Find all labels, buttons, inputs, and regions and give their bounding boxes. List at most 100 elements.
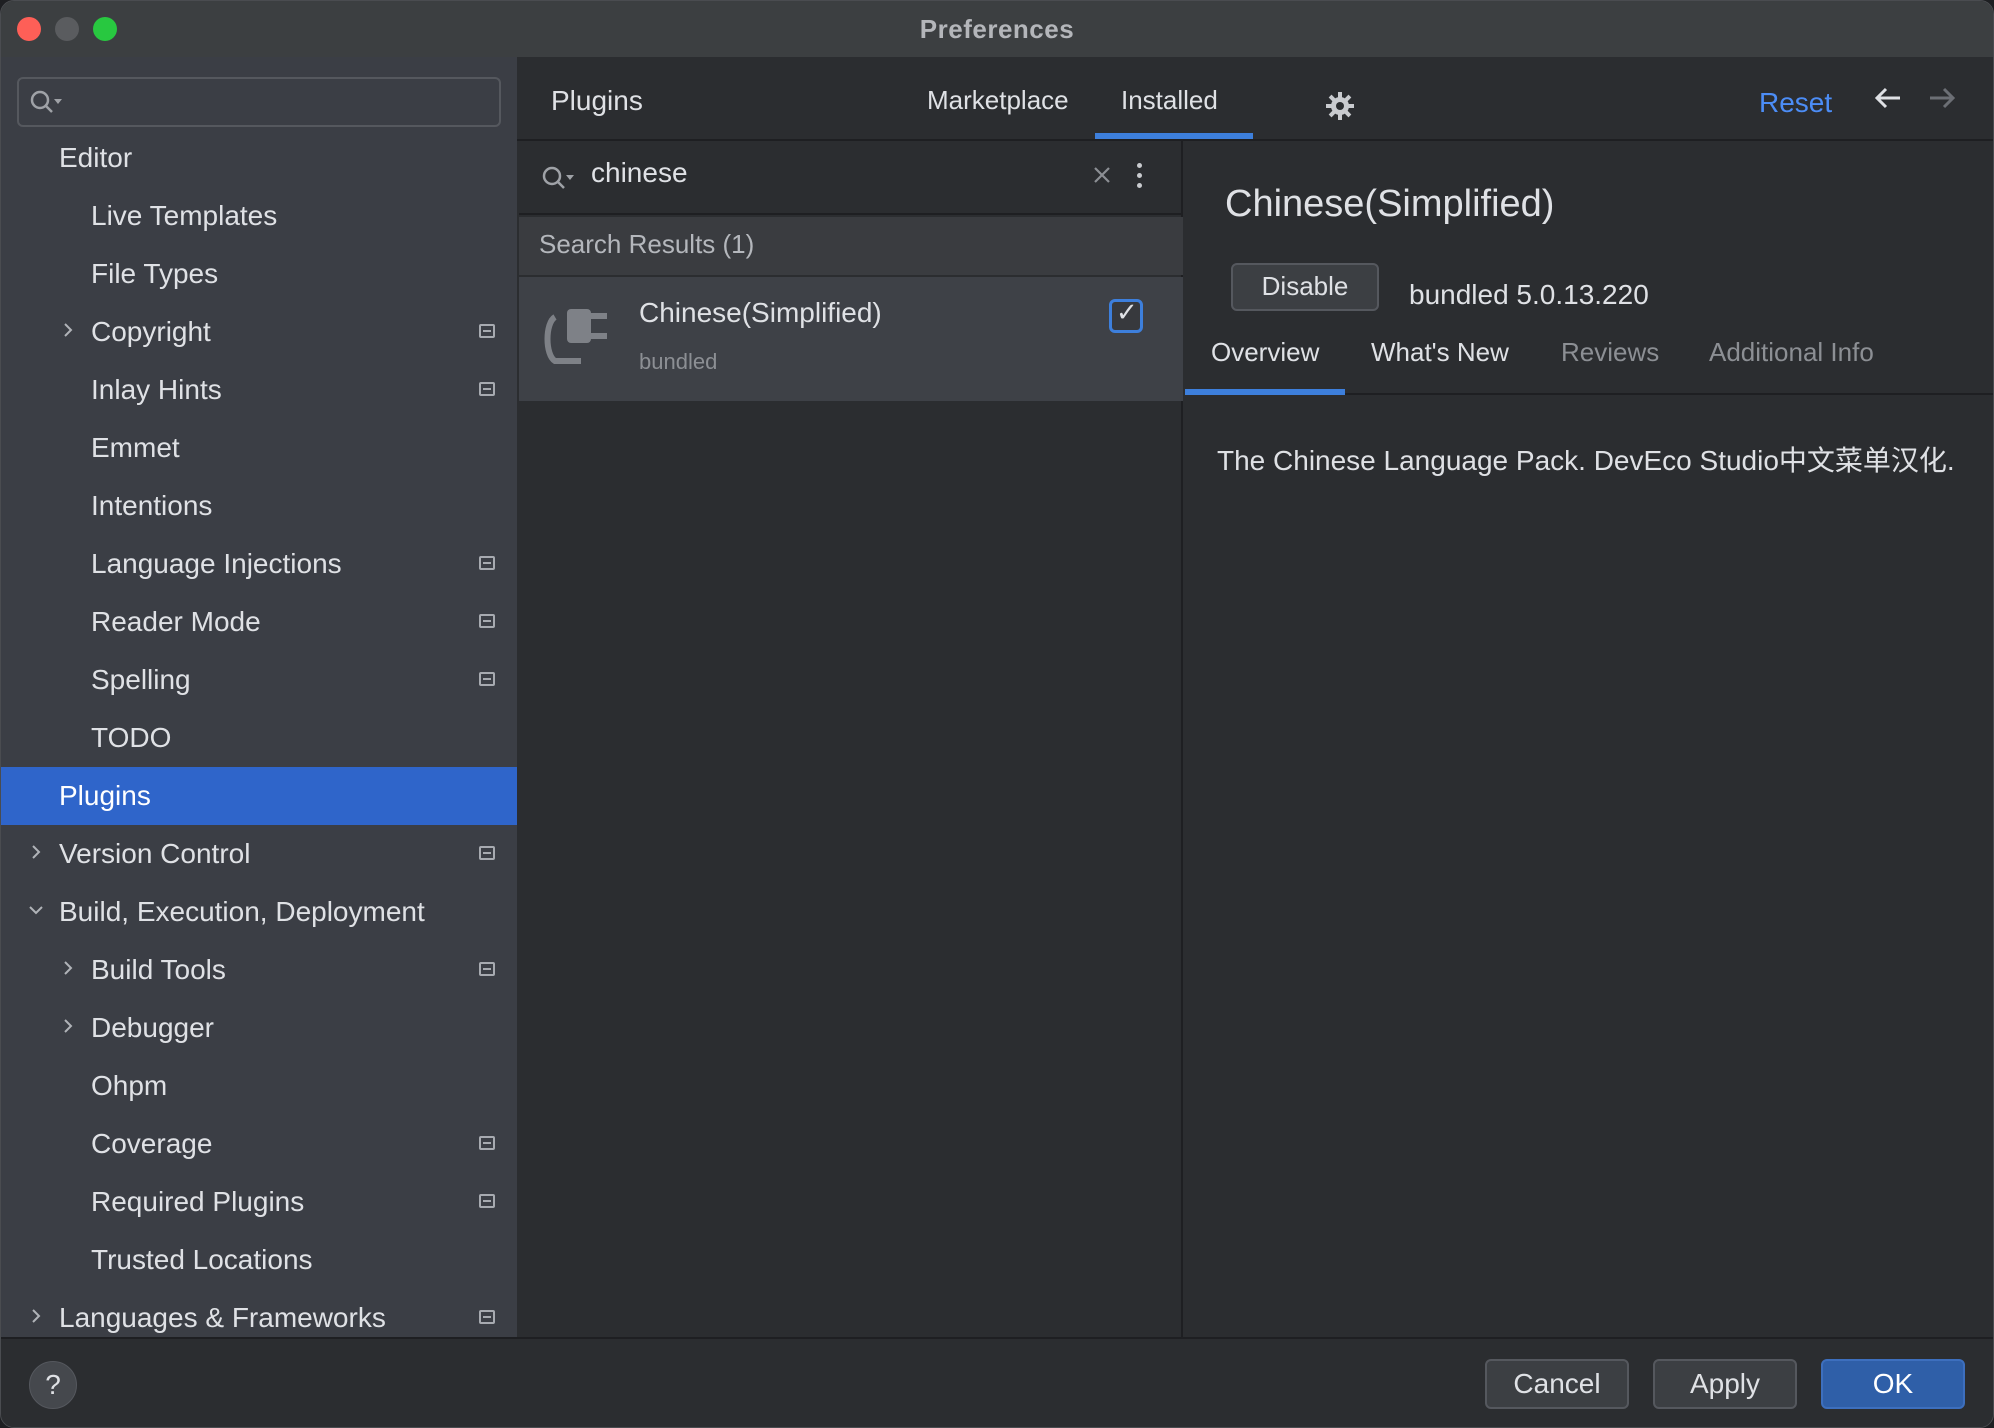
sidebar-item-label: Copyright (91, 316, 211, 347)
sidebar-item-label: File Types (91, 258, 219, 289)
plugin-detail-title: Chinese(Simplified) (1225, 183, 1555, 225)
sidebar-item-file-types[interactable]: File Types (1, 245, 517, 303)
ok-button[interactable]: OK (1821, 1359, 1965, 1409)
sidebar-item-label: Emmet (91, 432, 180, 463)
sidebar-item-label: Plugins (59, 780, 151, 811)
cancel-button[interactable]: Cancel (1485, 1359, 1629, 1409)
preferences-window: Preferences Editor Live Templates File Typ… (0, 0, 1994, 1428)
sidebar-item-debugger[interactable]: Debugger (1, 999, 517, 1057)
project-settings-icon (479, 1194, 495, 1208)
sidebar-item-spelling[interactable]: Spelling (1, 651, 517, 709)
arrow-right-icon[interactable] (1927, 83, 1957, 121)
dialog-footer: ? Cancel Apply OK (1, 1337, 1993, 1427)
project-settings-icon (479, 382, 495, 396)
arrow-left-icon[interactable] (1873, 83, 1903, 121)
title-bar: Preferences (1, 1, 1993, 57)
plugin-subtitle: bundled (639, 349, 718, 374)
search-icon (29, 89, 63, 122)
sidebar-item-todo[interactable]: TODO (1, 709, 517, 767)
active-detail-tab-indicator (1185, 389, 1345, 395)
more-options-icon[interactable] (1137, 163, 1143, 193)
project-settings-icon (479, 962, 495, 976)
sidebar-item-label: Debugger (91, 1012, 214, 1043)
plugin-search-input[interactable]: chinese (591, 157, 688, 189)
sidebar-item-label: Version Control (59, 838, 251, 869)
reset-link[interactable]: Reset (1759, 87, 1832, 119)
plugin-enabled-checkbox[interactable] (1109, 298, 1143, 333)
chevron-right-icon[interactable] (27, 1307, 45, 1325)
chevron-right-icon[interactable] (27, 843, 45, 861)
sidebar-item-live-templates[interactable]: Live Templates (1, 187, 517, 245)
sidebar-item-label: Inlay Hints (91, 374, 222, 405)
plugin-search-bar: chinese (519, 141, 1183, 215)
sidebar-item-coverage[interactable]: Coverage (1, 1115, 517, 1173)
sidebar-item-emmet[interactable]: Emmet (1, 419, 517, 477)
sidebar-item-copyright[interactable]: Copyright (1, 303, 517, 361)
sidebar-item-label: Reader Mode (91, 606, 261, 637)
sidebar-item-languages-frameworks[interactable]: Languages & Frameworks (1, 1289, 517, 1337)
chevron-right-icon[interactable] (59, 959, 77, 977)
project-settings-icon (479, 1310, 495, 1324)
settings-search-input[interactable] (17, 77, 501, 127)
plugin-version: bundled 5.0.13.220 (1409, 279, 1649, 310)
sidebar-item-version-control[interactable]: Version Control (1, 825, 517, 883)
plugin-detail-panel: Chinese(Simplified) Disable bundled 5.0.… (1185, 141, 1993, 1337)
search-results-label: Search Results (1) (539, 229, 755, 259)
sidebar-item-label: Live Templates (91, 200, 278, 231)
sidebar-item-intentions[interactable]: Intentions (1, 477, 517, 535)
tab-overview[interactable]: Overview (1211, 337, 1319, 368)
tab-whats-new[interactable]: What's New (1371, 337, 1509, 368)
project-settings-icon (479, 324, 495, 338)
chevron-right-icon[interactable] (59, 321, 77, 339)
window-title: Preferences (919, 13, 1075, 44)
search-results-header: Search Results (1) (519, 217, 1183, 275)
settings-sidebar: Editor Live Templates File Types Copyright I… (1, 57, 517, 1337)
plugin-icon (541, 297, 617, 382)
sidebar-item-label: Coverage (91, 1128, 213, 1159)
tab-reviews[interactable]: Reviews (1561, 337, 1659, 368)
sidebar-item-inlay-hints[interactable]: Inlay Hints (1, 361, 517, 419)
sidebar-item-label: Ohpm (91, 1070, 168, 1101)
project-settings-icon (479, 614, 495, 628)
active-tab-indicator (1095, 133, 1253, 139)
sidebar-item-required-plugins[interactable]: Required Plugins (1, 1173, 517, 1231)
plugin-name: Chinese(Simplified) (639, 297, 882, 328)
sidebar-item-label: TODO (91, 722, 172, 753)
sidebar-item-build-execution-deployment[interactable]: Build, Execution, Deployment (1, 883, 517, 941)
chevron-right-icon[interactable] (59, 1017, 77, 1035)
sidebar-item-ohpm[interactable]: Ohpm (1, 1057, 517, 1115)
plugins-header: Plugins Marketplace Installed Reset (517, 57, 1993, 141)
plugin-list-item[interactable]: Chinese(Simplified) bundled (519, 277, 1183, 401)
help-button[interactable]: ? (29, 1361, 77, 1409)
project-settings-icon (479, 846, 495, 860)
sidebar-item-trusted-locations[interactable]: Trusted Locations (1, 1231, 517, 1289)
sidebar-item-label: Languages & Frameworks (59, 1302, 386, 1333)
sidebar-item-label: Editor (59, 142, 133, 173)
plugin-description: The Chinese Language Pack. DevEco Studio… (1217, 445, 1955, 476)
sidebar-item-label: Build Tools (91, 954, 226, 985)
project-settings-icon (479, 672, 495, 686)
tab-additional-info[interactable]: Additional Info (1709, 337, 1874, 368)
sidebar-item-editor[interactable]: Editor (1, 129, 517, 187)
sidebar-item-label: Language Injections (91, 548, 342, 579)
search-icon[interactable] (541, 165, 575, 198)
tab-installed[interactable]: Installed (1121, 85, 1218, 116)
chevron-down-icon[interactable] (27, 901, 45, 919)
window-controls (17, 17, 117, 41)
disable-button[interactable]: Disable (1231, 263, 1379, 311)
sidebar-item-build-tools[interactable]: Build Tools (1, 941, 517, 999)
apply-button[interactable]: Apply (1653, 1359, 1797, 1409)
page-title: Plugins (551, 85, 643, 116)
close-window-button[interactable] (17, 17, 41, 41)
tab-marketplace[interactable]: Marketplace (927, 85, 1069, 116)
clear-icon[interactable] (1091, 161, 1113, 193)
minimize-window-button[interactable] (55, 17, 79, 41)
project-settings-icon (479, 556, 495, 570)
sidebar-item-plugins[interactable]: Plugins (1, 767, 517, 825)
sidebar-item-label: Build, Execution, Deployment (59, 896, 425, 927)
sidebar-item-language-injections[interactable]: Language Injections (1, 535, 517, 593)
sidebar-item-reader-mode[interactable]: Reader Mode (1, 593, 517, 651)
sidebar-item-label: Intentions (91, 490, 213, 521)
maximize-window-button[interactable] (93, 17, 117, 41)
gear-icon[interactable] (1325, 91, 1355, 126)
